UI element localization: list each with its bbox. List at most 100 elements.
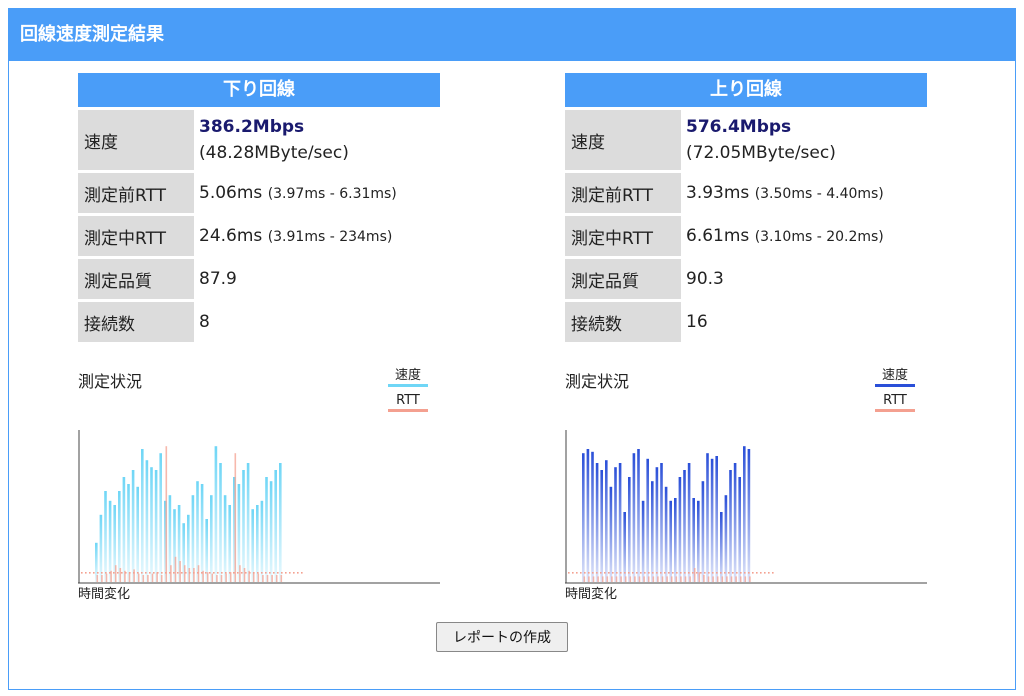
speed-bar xyxy=(623,512,626,582)
rtt-dot xyxy=(173,572,175,574)
legend-rtt-line xyxy=(875,409,915,412)
rtt-bar xyxy=(160,575,163,582)
download-chart: 測定状況 速度 RTT 時間変化 xyxy=(78,352,440,602)
rtt-bar xyxy=(193,568,195,582)
rtt-bar xyxy=(142,575,145,582)
rtt-during-range: (3.10ms - 20.2ms) xyxy=(754,229,884,245)
table-row: 測定前RTT 3.93ms (3.50ms - 4.40ms) xyxy=(565,173,927,213)
rtt-dot xyxy=(728,572,730,574)
speed-mbps: 576.4Mbps xyxy=(686,117,792,137)
table-row: 測定品質 87.9 xyxy=(78,259,440,299)
download-title: 下り回線 xyxy=(78,73,440,107)
rtt-before-value: 3.93ms (3.50ms - 4.40ms) xyxy=(681,173,927,213)
connections-value: 8 xyxy=(199,312,210,332)
rtt-bar xyxy=(179,561,181,582)
rtt-dot xyxy=(141,572,143,574)
rtt-bar xyxy=(675,576,678,582)
rtt-dot xyxy=(229,572,231,574)
table-row: 測定品質 90.3 xyxy=(565,259,927,299)
rtt-dot xyxy=(644,572,646,574)
speed-bar xyxy=(582,453,585,582)
rtt-dot xyxy=(676,572,678,574)
rtt-dot xyxy=(285,572,287,574)
rtt-bar xyxy=(211,573,214,582)
speed-bar xyxy=(651,481,654,582)
rtt-bar xyxy=(216,575,218,582)
upload-title: 上り回線 xyxy=(565,73,927,107)
quality-label: 測定品質 xyxy=(565,259,681,299)
speed-bar xyxy=(99,514,103,582)
rtt-dot xyxy=(181,572,183,574)
rtt-bar xyxy=(712,576,714,582)
rtt-dot xyxy=(580,572,582,574)
rtt-dot xyxy=(680,572,682,574)
speed-bar xyxy=(683,470,686,582)
rtt-dot xyxy=(652,572,654,574)
rtt-dot xyxy=(121,572,123,574)
table-row: 測定中RTT 6.61ms (3.10ms - 20.2ms) xyxy=(565,216,927,256)
rtt-bar xyxy=(257,573,260,582)
rtt-dot xyxy=(161,572,163,574)
rtt-dot xyxy=(596,572,598,574)
rtt-dot xyxy=(608,572,610,574)
quality-value: 87.9 xyxy=(199,269,237,289)
rtt-dot xyxy=(137,572,139,574)
rtt-bar xyxy=(739,576,742,582)
speed-bar xyxy=(646,458,649,582)
speed-bar xyxy=(697,500,700,582)
speed-bar xyxy=(720,512,723,582)
rtt-dot xyxy=(289,572,291,574)
rtt-bar xyxy=(611,576,613,582)
table-row: 速度 576.4Mbps (72.05MByte/sec) xyxy=(565,110,927,170)
rtt-bar xyxy=(220,575,223,582)
rtt-dot xyxy=(129,572,131,574)
rtt-dot xyxy=(712,572,714,574)
speed-bar xyxy=(747,449,751,582)
rtt-dot xyxy=(133,572,135,574)
rtt-dot xyxy=(221,572,223,574)
rtt-dot xyxy=(600,572,602,574)
rtt-dot xyxy=(97,572,99,574)
rtt-dot xyxy=(301,572,303,574)
chart-xlabel: 時間変化 xyxy=(78,587,131,602)
rtt-dot xyxy=(588,572,590,574)
legend-speed: 速度 xyxy=(388,364,428,387)
speed-bar xyxy=(228,505,231,582)
rtt-bar xyxy=(133,569,135,582)
speed-bar xyxy=(733,463,737,582)
rtt-dot xyxy=(628,572,630,574)
speed-bar xyxy=(628,477,631,582)
quality-label: 測定品質 xyxy=(78,259,194,299)
speed-bar xyxy=(618,463,622,582)
rtt-bar xyxy=(128,572,131,582)
rtt-bar xyxy=(698,572,701,582)
speed-bar xyxy=(246,463,250,582)
speed-value: 576.4Mbps (72.05MByte/sec) xyxy=(681,110,927,170)
rtt-dot xyxy=(752,572,754,574)
speed-bar xyxy=(251,509,254,582)
rtt-dot xyxy=(265,572,267,574)
rtt-bar xyxy=(693,568,696,582)
speed-bar xyxy=(701,481,705,582)
rtt-bar xyxy=(629,576,632,582)
speed-bar xyxy=(210,495,213,582)
upload-section: 上り回線 速度 576.4Mbps (72.05MByte/sec) 測定前RT… xyxy=(565,73,927,602)
download-section: 下り回線 速度 386.2Mbps (48.28MByte/sec) 測定前RT… xyxy=(78,73,440,602)
chart-legend: 速度 RTT xyxy=(875,364,915,418)
rtt-dot xyxy=(157,572,159,574)
speed-bar xyxy=(687,463,691,582)
create-report-button[interactable]: レポートの作成 xyxy=(436,622,568,652)
rtt-dot xyxy=(105,572,107,574)
rtt-during-value: 6.61ms (3.10ms - 20.2ms) xyxy=(681,216,927,256)
rtt-bar xyxy=(119,568,122,582)
rtt-before-range: (3.97ms - 6.31ms) xyxy=(267,186,397,202)
rtt-dot xyxy=(281,572,283,574)
connections-label: 接続数 xyxy=(78,302,194,342)
legend-speed: 速度 xyxy=(875,364,915,387)
rtt-dot xyxy=(692,572,694,574)
rtt-bar xyxy=(229,572,232,582)
rtt-bar xyxy=(638,576,641,582)
speed-bar xyxy=(738,477,741,582)
speed-bar xyxy=(586,449,590,582)
rtt-dot xyxy=(568,572,570,574)
